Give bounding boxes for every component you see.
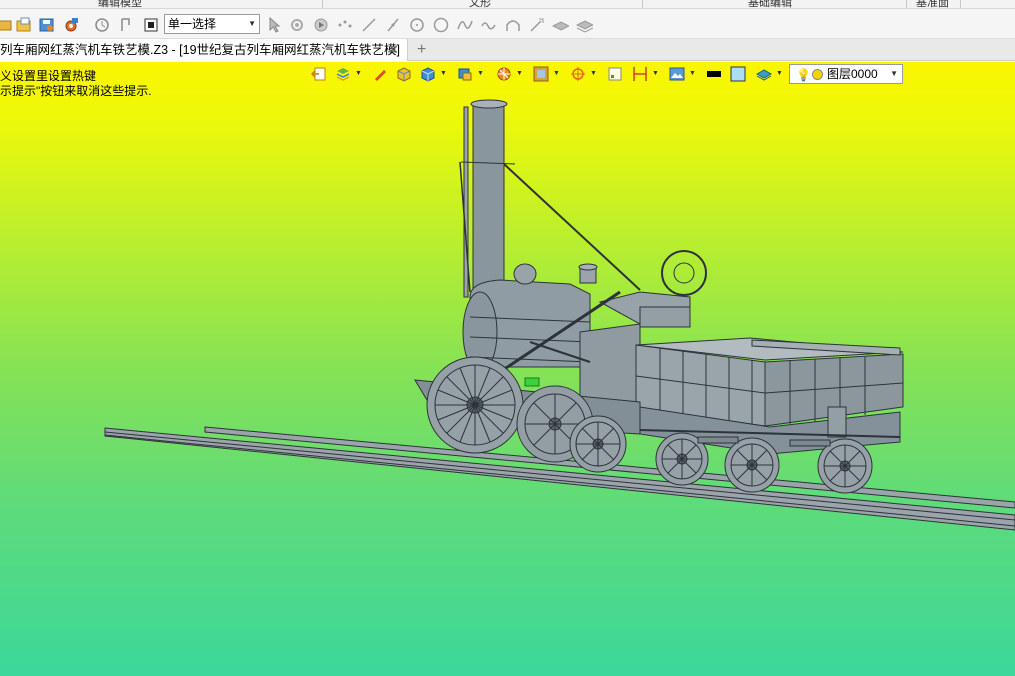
dots-icon[interactable] [336, 16, 353, 33]
line-icon[interactable] [360, 16, 377, 33]
driving-wheel-front [426, 356, 524, 454]
circle2-icon[interactable] [432, 16, 449, 33]
circle-icon[interactable] [408, 16, 425, 33]
graphics-viewport[interactable]: 义设置里设置热键 示提示"按钮来取消这些提示. ▼ ▼ ▼ ▼ ▼ ▼ ▼ ▼ … [0, 62, 1015, 676]
chevron-down-icon: ▼ [248, 19, 256, 28]
eye2-icon[interactable] [576, 16, 593, 33]
document-tab-bar: 列车厢网红蒸汽机车铁艺模.Z3 - [19世纪复古列车厢网红蒸汽机车铁艺模] ✕… [0, 39, 1015, 61]
pick-icon[interactable] [117, 16, 134, 33]
small-wheel-1 [569, 415, 627, 473]
ribbon-group-basic-edit[interactable]: 基础编辑 [735, 0, 805, 8]
small-wheel-3 [724, 437, 780, 493]
wave-icon[interactable] [480, 16, 497, 33]
gear-icon[interactable] [62, 16, 79, 33]
ribbon-separator [642, 0, 643, 8]
save-icon[interactable] [38, 16, 55, 33]
quick-toolbar: 单一选择 ▼ [0, 9, 1015, 39]
play-icon[interactable] [312, 16, 329, 33]
document-tab[interactable]: 列车厢网红蒸汽机车铁艺模.Z3 - [19世纪复古列车厢网红蒸汽机车铁艺模] ✕ [0, 39, 408, 61]
arc-icon[interactable] [504, 16, 521, 33]
cursor-icon[interactable] [265, 16, 282, 33]
ribbon-group-edit-model[interactable]: 编辑模型 [80, 0, 160, 8]
close-icon[interactable]: ✕ [388, 39, 399, 61]
selection-filter-value: 单一选择 [168, 17, 217, 31]
document-tab-title: 列车厢网红蒸汽机车铁艺模.Z3 - [19世纪复古列车厢网红蒸汽机车铁艺模] [0, 43, 401, 57]
ribbon-group-labels: 编辑模型 文形 基础编辑 基准面 [0, 0, 1015, 9]
slash-icon[interactable] [384, 16, 401, 33]
locomotive-model[interactable] [0, 62, 1015, 676]
stop-icon[interactable] [142, 16, 159, 33]
new-tab-button[interactable]: + [417, 39, 426, 61]
folder-icon[interactable] [15, 16, 32, 33]
eye-icon[interactable] [552, 16, 569, 33]
selection-filter-select[interactable]: 单一选择 ▼ [164, 14, 260, 34]
small-wheel-4 [817, 438, 873, 494]
ribbon-group-shape[interactable]: 文形 [450, 0, 510, 8]
ribbon-separator [322, 0, 323, 8]
ribbon-separator [906, 0, 907, 8]
ribbon-separator [960, 0, 961, 8]
curve-icon[interactable] [456, 16, 473, 33]
open-icon[interactable] [0, 16, 13, 33]
ribbon-group-datum[interactable]: 基准面 [910, 0, 955, 8]
point-icon[interactable] [288, 16, 305, 33]
spline-icon[interactable] [528, 16, 545, 33]
rotate-icon[interactable] [93, 16, 110, 33]
